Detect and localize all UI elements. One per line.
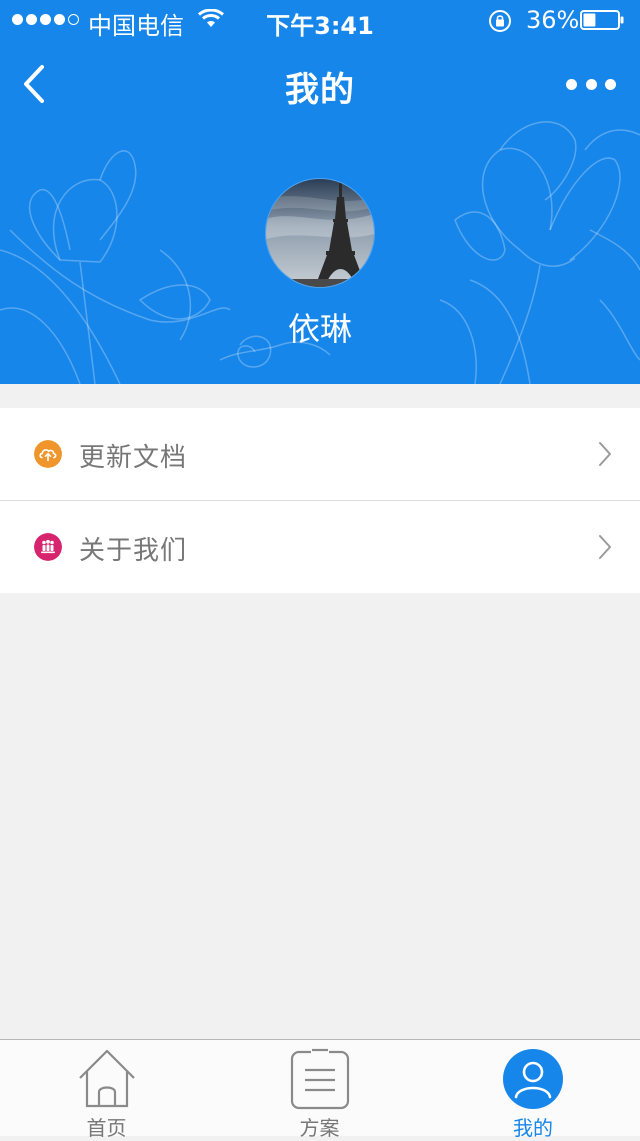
menu-item-update-documents[interactable]: 更新文档 [0,408,640,500]
avatar-photo-eiffel-tower [266,179,374,287]
user-icon [503,1049,563,1109]
more-dot-icon [585,78,597,90]
chevron-right-icon [599,442,611,466]
tab-label: 我的 [513,1116,553,1140]
home-icon [78,1049,135,1108]
rotation-lock-icon [489,10,511,32]
more-dot-icon [566,78,577,90]
navigation-bar: 我的 [0,40,640,128]
user-name: 依琳 [287,310,352,348]
tab-label: 方案 [299,1116,340,1140]
battery-percentage: 36% [526,6,580,34]
chevron-right-icon [599,535,611,559]
profile-header: 中国电信 下午3:41 36% 我的 依琳 [0,0,640,384]
battery-icon [580,10,624,30]
menu-item-label: 更新文档 [79,443,188,473]
people-icon [34,533,62,561]
menu-item-label: 关于我们 [79,536,188,566]
tab-bar: 首页 方案 我的 [0,1039,640,1140]
status-bar: 中国电信 下午3:41 36% [0,0,640,40]
tab-plans[interactable]: 方案 [213,1040,426,1140]
avatar[interactable] [266,179,374,287]
more-options-button[interactable] [566,70,616,98]
tab-home[interactable]: 首页 [0,1040,213,1140]
tab-label: 首页 [86,1116,127,1140]
menu-list: 更新文档 关于我们 [0,408,640,593]
more-dot-icon [605,78,616,90]
document-list-icon [290,1048,349,1110]
cloud-upload-icon [34,440,62,468]
page-title: 我的 [285,70,355,110]
menu-item-about-us[interactable]: 关于我们 [0,500,640,593]
tab-mine[interactable]: 我的 [426,1040,640,1140]
